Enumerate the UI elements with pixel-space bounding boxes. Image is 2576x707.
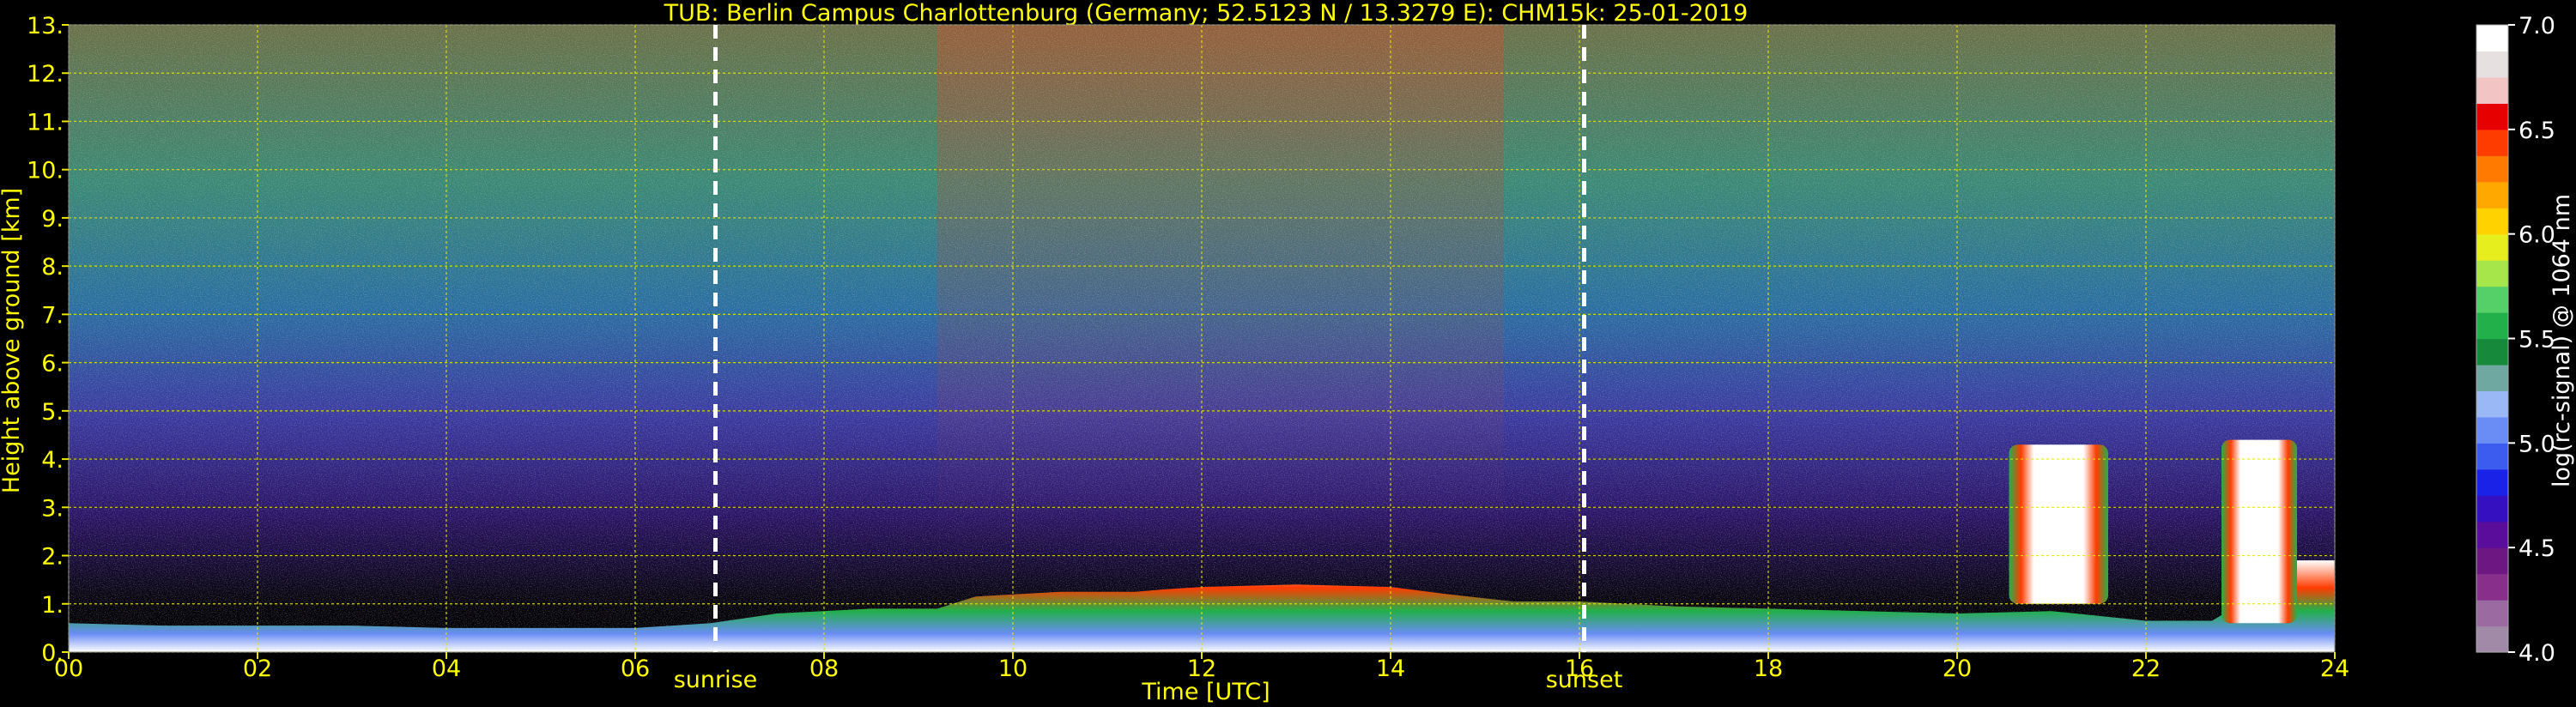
colorbar-segment [2476, 129, 2508, 156]
colorbar-label: log(rc-signal) @ 1064 nm [2549, 194, 2575, 487]
colorbar-segment [2476, 208, 2508, 235]
x-tick-label: 16 [1565, 656, 1594, 682]
x-axis-label: Time [UTC] [1141, 679, 1270, 705]
y-tick-label: 10. [27, 158, 64, 184]
colorbar-tick-label: 6.5 [2518, 118, 2555, 144]
colorbar-tick-label: 7.0 [2518, 13, 2555, 39]
y-tick-label: 2. [41, 544, 64, 571]
x-tick-label: 02 [243, 656, 272, 682]
colorbar [2476, 24, 2509, 653]
colorbar-segment [2476, 468, 2508, 496]
colorbar-segment [2476, 155, 2508, 183]
x-tick-label: 18 [1754, 656, 1783, 682]
y-tick-label: 6. [41, 351, 64, 378]
y-tick-label: 13. [27, 13, 64, 39]
x-tick-label: 06 [621, 656, 650, 682]
colorbar-segment [2476, 416, 2508, 444]
x-axis-ticks: 00 02 04 06 08 10 12 14 16 18 20 22 24 [54, 652, 2349, 682]
colorbar-segment [2476, 390, 2508, 418]
y-tick-label: 7. [41, 302, 64, 329]
y-tick-label: 9. [41, 206, 64, 233]
x-tick-label: 10 [998, 656, 1027, 682]
ceilometer-chart: TUB: Berlin Campus Charlottenburg (Germa… [0, 0, 2575, 705]
colorbar-segment [2476, 103, 2508, 130]
colorbar-segment [2476, 443, 2508, 470]
y-tick-label: 0. [41, 640, 64, 667]
y-tick-label: 4. [41, 447, 64, 474]
y-axis-label: Height above ground [km] [0, 188, 25, 493]
cloud-feature [2009, 444, 2108, 604]
y-tick-label: 11. [27, 109, 64, 136]
colorbar-segment [2476, 495, 2508, 523]
colorbar-segment [2476, 260, 2508, 287]
colorbar-segment [2476, 600, 2508, 627]
colorbar-tick-label: 4.0 [2518, 640, 2555, 667]
colorbar-segment [2476, 625, 2508, 653]
x-tick-label: 14 [1376, 656, 1405, 682]
y-tick-label: 12. [27, 61, 64, 88]
colorbar-segment [2476, 338, 2508, 366]
y-tick-label: 3. [41, 495, 64, 522]
colorbar-segment [2476, 233, 2508, 261]
colorbar-segment [2476, 286, 2508, 313]
cloud-feature [2221, 439, 2297, 624]
y-tick-label: 8. [41, 254, 64, 281]
x-tick-label: 22 [2131, 656, 2161, 682]
colorbar-segment [2476, 364, 2508, 392]
colorbar-tick-label: 4.5 [2518, 535, 2555, 562]
sun-marker-label: sunrise [674, 667, 758, 693]
x-tick-label: 24 [2320, 656, 2349, 682]
colorbar-segment [2476, 521, 2508, 548]
colorbar-segment [2476, 573, 2508, 601]
y-axis-ticks: 0. 1. 2. 3. 4. 5. 6. 7. 8. 9. 10. 11. 12. 13. [27, 13, 69, 667]
colorbar-segment [2476, 76, 2508, 104]
chart-title: TUB: Berlin Campus Charlottenburg (Germa… [664, 0, 1749, 27]
x-tick-label: 08 [809, 656, 839, 682]
y-tick-label: 5. [41, 399, 64, 426]
colorbar-segment [2476, 181, 2508, 208]
x-tick-label: 04 [432, 656, 461, 682]
x-tick-label: 20 [1943, 656, 1972, 682]
colorbar-segment [2476, 547, 2508, 575]
colorbar-segment [2476, 51, 2508, 78]
y-tick-label: 1. [41, 592, 64, 619]
colorbar-segment [2476, 312, 2508, 340]
colorbar-segment [2476, 25, 2508, 52]
